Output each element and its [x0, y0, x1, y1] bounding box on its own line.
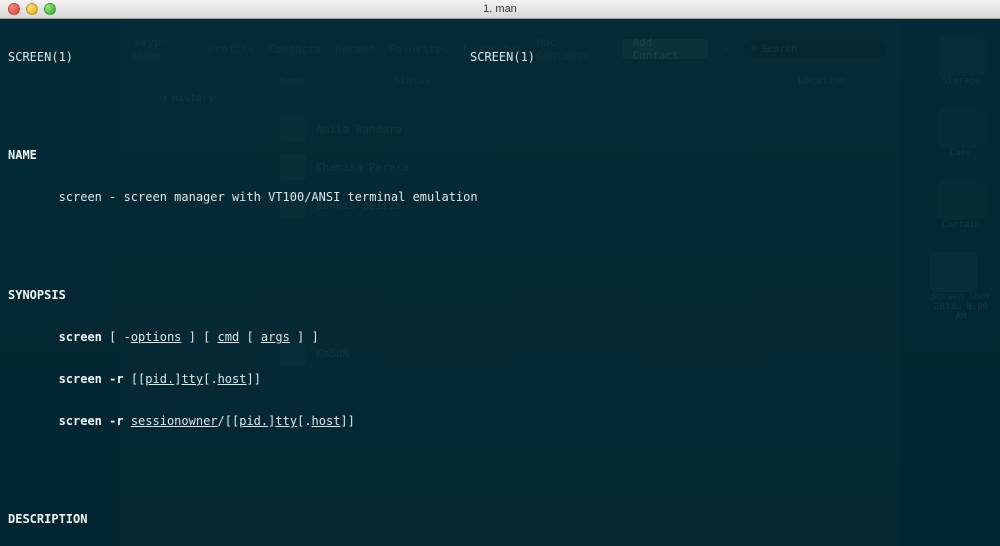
manpage-header-right: SCREEN(1) — [73, 50, 932, 64]
terminal-viewport[interactable]: SCREEN(1) SCREEN(1) NAME screen - screen… — [0, 18, 1000, 546]
section-name-heading: NAME — [8, 148, 992, 162]
window-title: 1. man — [0, 3, 1000, 15]
section-description-heading: DESCRIPTION — [8, 512, 992, 526]
section-name-body: screen - screen manager with VT100/ANSI … — [8, 190, 992, 204]
manpage-header-left: SCREEN(1) — [8, 50, 73, 64]
synopsis-line-3: screen -r sessionowner/[[pid.]tty[.host]… — [8, 414, 992, 428]
minimize-icon[interactable] — [26, 3, 38, 15]
close-icon[interactable] — [8, 3, 20, 15]
synopsis-line-2: screen -r [[pid.]tty[.host]] — [8, 372, 992, 386]
desktop-root: Skype Home Profile Contacts Recent Favor… — [0, 0, 1000, 546]
section-synopsis-heading: SYNOPSIS — [8, 288, 992, 302]
zoom-icon[interactable] — [44, 3, 56, 15]
manpage-header: SCREEN(1) SCREEN(1) — [8, 50, 992, 64]
window-titlebar: 1. man — [0, 0, 1000, 19]
synopsis-line-1: screen [ -options ] [ cmd [ args ] ] — [8, 330, 992, 344]
traffic-lights — [0, 3, 56, 15]
